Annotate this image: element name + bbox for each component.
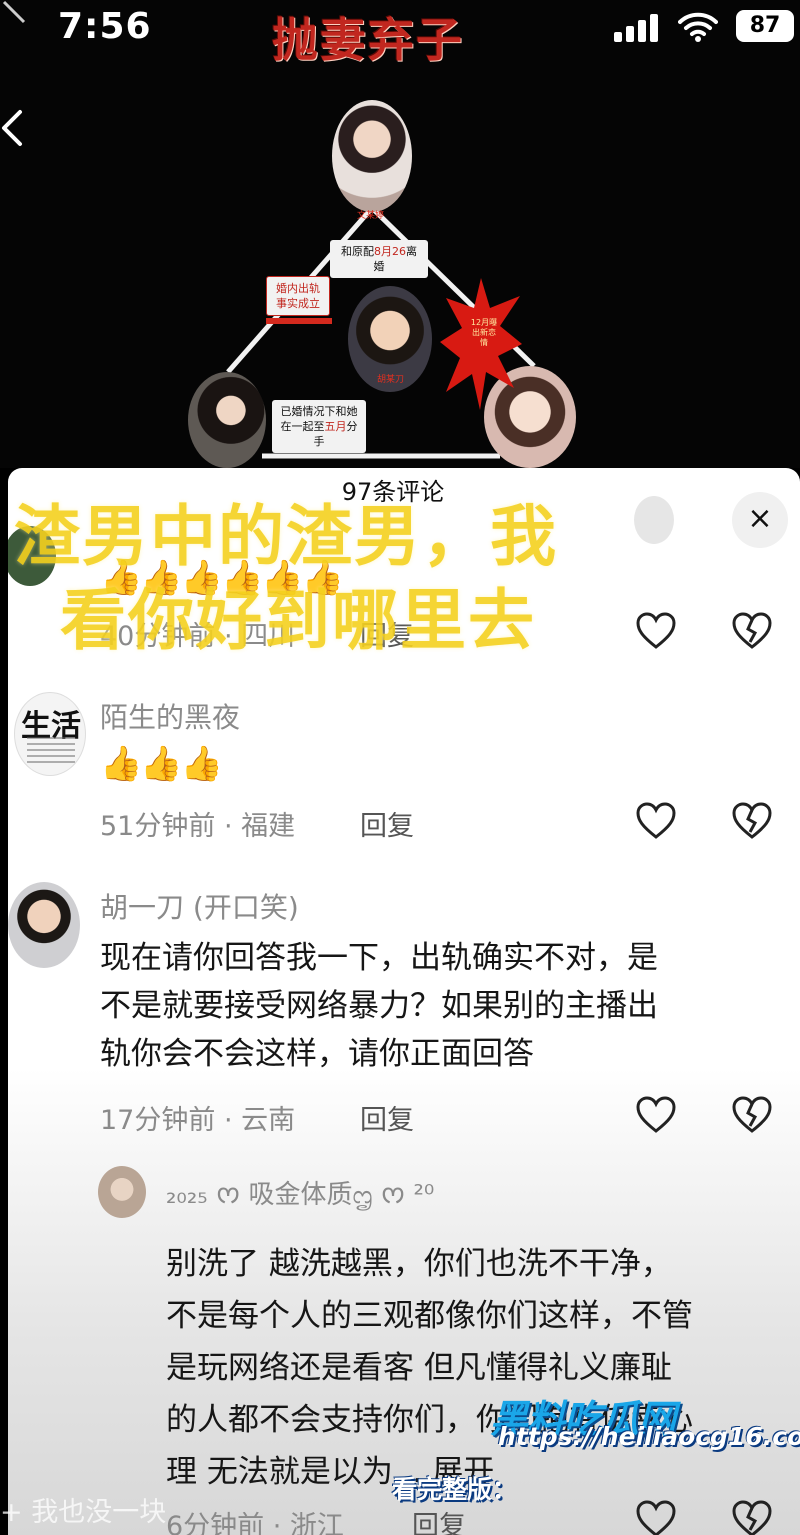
watermark-url[interactable]: https://heiliaocg16.com	[498, 1422, 800, 1451]
caption-divorce: 和原配8月26离婚	[330, 240, 428, 278]
comment-username[interactable]: 陌生的黑夜	[100, 696, 240, 736]
comment-text: 现在请你回答我一下，出轨确实不对，是 不是就要接受网络暴力？如果别的主播出 轨你…	[100, 940, 658, 1072]
comment-input-placeholder[interactable]: + 我也没一块	[0, 1490, 166, 1529]
portrait-mother-child	[332, 100, 412, 212]
video-player[interactable]: 抛妻弃子 文某婷 胡某刀 和原配8月26离婚 婚内出轨 事实成立 已婚情况下和她在…	[0, 0, 800, 468]
status-time: 7:56	[58, 6, 152, 47]
wifi-icon	[678, 12, 718, 42]
relationship-diagram	[226, 206, 536, 459]
reply-button[interactable]: 回复	[360, 804, 414, 843]
battery-icon: 87	[736, 10, 794, 42]
broken-heart-icon[interactable]	[732, 1500, 772, 1535]
comment-emoji: 👍👍👍	[100, 744, 223, 784]
comment-meta: 51分钟前 · 福建	[100, 811, 296, 842]
reply-button[interactable]: 回复	[360, 1098, 414, 1137]
caption-affair: 婚内出轨 事实成立	[266, 276, 330, 316]
avatar-text-lines	[27, 737, 75, 767]
comment-username[interactable]: 胡一刀 (开口笑)	[100, 886, 299, 926]
starburst-caption: 12月曝出新恋情	[470, 318, 498, 347]
status-bar: 7:56 87	[0, 0, 800, 56]
heart-icon[interactable]	[636, 802, 676, 840]
caption-underline	[266, 318, 332, 324]
comment-meta: 6分钟前 · 浙江	[166, 1511, 344, 1535]
signal-icon	[614, 14, 660, 42]
broken-heart-icon[interactable]	[732, 1096, 772, 1134]
overlay-title: 渣男中的渣男，我 看你好到哪里去	[14, 498, 558, 659]
watermark-label: 看完整版：	[392, 1475, 518, 1504]
comment-username[interactable]: ₂₀₂₅ ᰔ 吸金体质ᦗ ᰔ ²⁰	[166, 1174, 434, 1215]
portrait-woman-left	[188, 372, 266, 468]
heart-icon[interactable]	[636, 1500, 676, 1535]
comment-meta: 17分钟前 · 云南	[100, 1105, 296, 1136]
avatar[interactable]: 生活	[14, 692, 86, 776]
avatar[interactable]	[8, 882, 80, 968]
heart-icon[interactable]	[636, 1096, 676, 1134]
broken-heart-icon[interactable]	[732, 802, 772, 840]
comment-text: 别洗了 越洗越黑，你们也洗不干净， 不是每个人的三观都像你们这样，不管 是玩网络…	[166, 1246, 693, 1490]
name-tag-top: 文某婷	[357, 211, 385, 221]
name-tag-center: 胡某刀	[377, 375, 405, 385]
reply-button[interactable]: 回复	[412, 1504, 466, 1535]
avatar[interactable]	[98, 1166, 146, 1218]
caption-breakup: 已婚情况下和她在一起至五月分手	[272, 400, 366, 453]
